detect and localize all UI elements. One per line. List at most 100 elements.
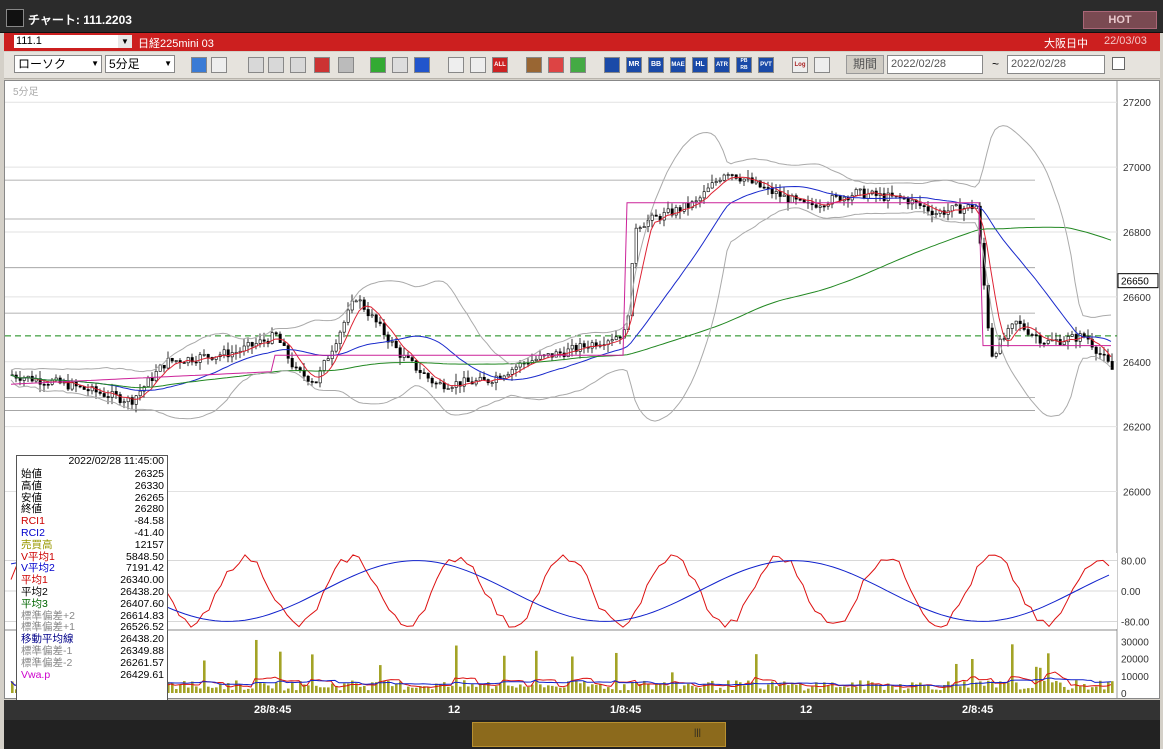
candle-body bbox=[250, 342, 254, 347]
hl-button[interactable]: HL bbox=[692, 57, 708, 73]
candle-body bbox=[274, 332, 278, 335]
candle-body bbox=[466, 377, 470, 383]
candle-body bbox=[698, 197, 702, 202]
pvt-button[interactable]: PVT bbox=[758, 57, 774, 73]
candle-body bbox=[398, 347, 402, 358]
atr-button[interactable]: ATR bbox=[714, 57, 730, 73]
candle-body bbox=[558, 351, 562, 354]
candle-body bbox=[434, 382, 438, 385]
candle-body bbox=[314, 381, 318, 384]
date-to-field[interactable]: 2022/02/28 bbox=[1007, 55, 1105, 74]
volume-bar bbox=[879, 684, 882, 693]
candle-body bbox=[298, 367, 302, 371]
bb-button[interactable]: BB bbox=[648, 57, 664, 73]
candle-body bbox=[862, 188, 866, 199]
volume-bar bbox=[415, 687, 418, 693]
crosshair-icon[interactable] bbox=[211, 57, 227, 73]
undo-icon[interactable] bbox=[414, 57, 430, 73]
candle-body bbox=[138, 390, 142, 397]
zoom-icon[interactable] bbox=[191, 57, 207, 73]
candle-body bbox=[1002, 338, 1006, 340]
volume-bar bbox=[859, 680, 862, 693]
date-checkbox[interactable] bbox=[1112, 57, 1125, 70]
candle-body bbox=[506, 374, 510, 377]
volume-bar bbox=[575, 680, 578, 693]
volume-bar bbox=[759, 688, 762, 693]
volume-bar bbox=[1011, 644, 1014, 693]
mr-button[interactable]: MR bbox=[626, 57, 642, 73]
symbol-code-field[interactable]: 111.1 bbox=[14, 35, 118, 48]
period-button[interactable]: 期間 bbox=[846, 55, 884, 74]
volume-bar bbox=[839, 686, 842, 693]
disabled-tool-icon[interactable] bbox=[338, 57, 354, 73]
candle-body bbox=[1034, 334, 1038, 336]
cursor-icon[interactable] bbox=[248, 57, 264, 73]
bars-toggle-icon[interactable] bbox=[470, 57, 486, 73]
volume-bar bbox=[843, 686, 846, 693]
candle-body bbox=[706, 187, 710, 193]
candle-body bbox=[78, 385, 82, 388]
scrollbar-thumb[interactable] bbox=[472, 722, 726, 747]
volume-bar bbox=[1087, 689, 1090, 693]
candle-body bbox=[662, 212, 666, 221]
candle-icon[interactable] bbox=[314, 57, 330, 73]
color-palette-icon[interactable] bbox=[570, 57, 586, 73]
candle-body bbox=[1094, 346, 1098, 354]
candle-body bbox=[654, 214, 658, 217]
volume-bar bbox=[455, 645, 458, 693]
horizontal-scrollbar[interactable]: ||| bbox=[4, 720, 1160, 749]
volume-bar bbox=[679, 688, 682, 693]
candle-body bbox=[286, 345, 290, 359]
mae-button[interactable]: MAE bbox=[670, 57, 686, 73]
volume-bar bbox=[967, 687, 970, 693]
volume-bar bbox=[255, 639, 258, 693]
interval-select[interactable]: 5分足 ▼ bbox=[105, 55, 175, 73]
panel-row-value: 26407.60 bbox=[120, 597, 164, 610]
volume-bar bbox=[815, 682, 818, 693]
bar-chart-icon[interactable] bbox=[290, 57, 306, 73]
chart-type-select[interactable]: ローソク ▼ bbox=[14, 55, 102, 73]
volume-bar bbox=[343, 683, 346, 693]
trendline-icon[interactable] bbox=[370, 57, 386, 73]
pattern-icon[interactable] bbox=[526, 57, 542, 73]
all-icon[interactable]: ALL bbox=[492, 57, 508, 73]
search-chart-icon[interactable] bbox=[268, 57, 284, 73]
candle-toggle-icon[interactable] bbox=[448, 57, 464, 73]
volume-bar bbox=[403, 689, 406, 693]
panel-datetime: 2022/02/28 11:45:00 bbox=[68, 455, 164, 467]
volume-bar bbox=[647, 684, 650, 693]
candle-body bbox=[282, 342, 286, 346]
x-axis-label: 1/8:45 bbox=[610, 704, 642, 716]
candle-body bbox=[334, 343, 338, 352]
candle-body bbox=[134, 395, 138, 405]
candle-body bbox=[174, 360, 178, 362]
volume-bar bbox=[263, 683, 266, 693]
volume-bar bbox=[739, 682, 742, 693]
log-button[interactable]: Log bbox=[792, 57, 808, 73]
symbol-dropdown-arrow-icon[interactable]: ▼ bbox=[118, 35, 132, 48]
wrench-icon[interactable] bbox=[548, 57, 564, 73]
candle-body bbox=[106, 396, 110, 398]
candle-body bbox=[362, 299, 366, 310]
grid-icon[interactable] bbox=[604, 57, 620, 73]
candle-body bbox=[1082, 333, 1086, 337]
volume-bar bbox=[635, 682, 638, 693]
candle-body bbox=[1098, 353, 1102, 355]
volume-ma-short-line bbox=[10, 671, 1112, 689]
volume-bar bbox=[411, 687, 414, 693]
volume-bar bbox=[559, 687, 562, 693]
chevron-down-icon: ▼ bbox=[164, 59, 172, 68]
candle-body bbox=[270, 332, 274, 344]
date-from-field[interactable]: 2022/02/28 bbox=[887, 55, 983, 74]
candle-body bbox=[1102, 353, 1106, 356]
chart-area[interactable]: 27200 27000 26800 26600 26400 26200 26000 5分足 26… bbox=[4, 80, 1160, 699]
volume-bar bbox=[535, 650, 538, 693]
pointer-icon[interactable] bbox=[392, 57, 408, 73]
volume-bar bbox=[435, 683, 438, 693]
volume-bar bbox=[775, 686, 778, 693]
candle-body bbox=[910, 199, 914, 205]
hot-button[interactable]: HOT bbox=[1083, 11, 1157, 29]
pb-rb-button[interactable]: PB RB bbox=[736, 57, 752, 73]
export-icon[interactable] bbox=[814, 57, 830, 73]
chart-canvas[interactable]: 27200 27000 26800 26600 26400 26200 26000 5分足 26… bbox=[5, 81, 1160, 699]
